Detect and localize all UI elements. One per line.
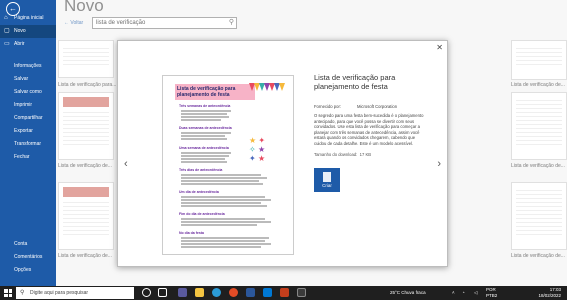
nav-item-print[interactable]: Imprimir [0,99,56,112]
nav-item-save-as[interactable]: Salvar como [0,86,56,99]
powerpoint-icon[interactable] [280,288,289,297]
preview-section: Uma semana de antecedência [179,146,229,150]
template-preview-image: Lista de verificação para planejamento d… [162,75,294,255]
template-description: O segredo para uma festa bem-sucedida é … [314,113,424,146]
clock[interactable]: 17:03 18/02/2022 [538,287,561,299]
preview-section: Três dias de antecedência [179,168,223,172]
nav-item-share[interactable]: Compartilhar [0,112,56,125]
edge-icon[interactable] [212,288,221,297]
nav-item-account[interactable]: Conta [0,238,56,251]
bunting-decoration [249,78,291,92]
nav-item-home[interactable]: ⌂ Página inicial [0,12,56,25]
template-title: Lista de verificação para planejamento d… [314,73,396,91]
word-icon[interactable] [246,288,255,297]
new-doc-icon: ▢ [4,28,10,34]
nav-item-export[interactable]: Exportar [0,125,56,138]
download-size: Tamanho do download: 17 KB [314,152,372,157]
weather-status[interactable]: 25°C Chuva fraca [390,286,426,300]
chrome-icon[interactable] [229,288,238,297]
nav-item-transform[interactable]: Transformar [0,138,56,151]
taskbar-search-input[interactable]: ⚲ Digite aqui para pesquisar [16,287,134,299]
tray-chevron-icon[interactable]: ˄ [452,286,455,300]
confetti-decoration: ★ ✦ ✧ ★ ✦ ★ [249,136,266,163]
preview-section: No dia da festa [179,231,204,235]
nav-item-feedback[interactable]: Comentários [0,251,56,264]
app-icon[interactable] [297,288,306,297]
document-icon [323,172,331,182]
provider-info: Fornecido por: Microsoft Corporation [314,104,398,109]
nav-item-info[interactable]: Informações [0,60,56,73]
preview-title: Lista de verificação para planejamento d… [175,84,255,100]
preview-section: Três semanas de antecedência [179,104,231,108]
preview-section: Duas semanas de antecedência [179,126,232,130]
nav-item-new[interactable]: ▢ Novo [0,25,56,38]
file-explorer-icon[interactable] [195,288,204,297]
nav-item-save[interactable]: Salvar [0,73,56,86]
previous-arrow-icon[interactable]: ‹ [124,158,128,170]
nav-item-options[interactable]: Opções [0,264,56,277]
network-icon[interactable]: ◔ [462,286,465,300]
nav-item-close[interactable]: Fechar [0,151,56,164]
close-icon[interactable]: ✕ [436,43,443,52]
taskbar: ⚲ Digite aqui para pesquisar 25°C Chuva … [0,286,567,300]
create-button[interactable]: Criar [314,168,340,192]
folder-icon: ▭ [4,41,10,47]
teams-icon[interactable] [178,288,187,297]
cortana-icon[interactable] [142,288,151,297]
preview-section: Fim do dia de antecedência [179,212,225,216]
task-view-icon[interactable] [158,288,167,297]
mail-icon[interactable] [263,288,272,297]
volume-icon[interactable]: ◁ [474,286,477,300]
windows-start-icon[interactable] [4,289,12,297]
preview-section: Um dia de antecedência [179,190,219,194]
next-arrow-icon[interactable]: › [437,158,441,170]
template-preview-dialog: ✕ ‹ › Lista de verificação para planejam… [117,40,448,267]
search-icon: ⚲ [20,290,25,296]
home-icon: ⌂ [4,15,8,21]
nav-item-open[interactable]: ▭ Abrir [0,38,56,51]
language-indicator[interactable]: POR PTB2 [486,287,504,299]
backstage-nav: ← ⌂ Página inicial ▢ Novo ▭ Abrir Informaçõ… [0,0,56,286]
